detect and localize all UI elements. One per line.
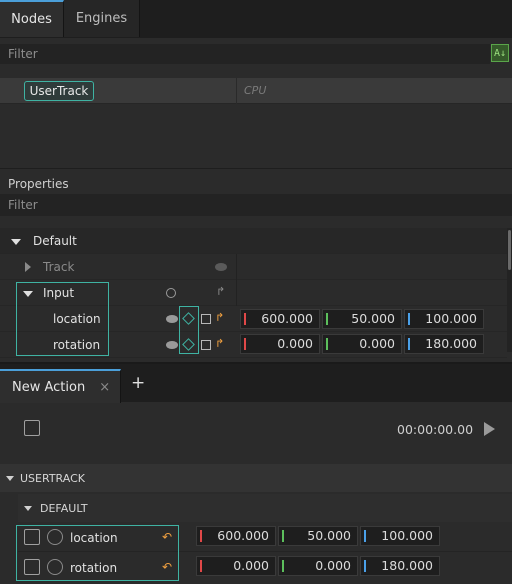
- y-axis-marker: [282, 560, 284, 572]
- tab-nodes[interactable]: Nodes: [0, 0, 64, 37]
- location-visibility-icon[interactable]: [166, 315, 178, 323]
- nodes-filter-input[interactable]: Filter: [0, 44, 490, 64]
- tab-nodes-label: Nodes: [11, 12, 52, 27]
- action-rotation-x-value: 0.000: [233, 558, 269, 573]
- input-group-highlight: [16, 282, 109, 356]
- input-link-icon[interactable]: [166, 288, 176, 298]
- track-header-label: USERTRACK: [20, 472, 85, 485]
- z-axis-marker: [408, 313, 410, 325]
- group-default-label: Default: [33, 234, 77, 248]
- column-divider: [236, 78, 237, 104]
- action-label-rotation: rotation: [70, 561, 118, 575]
- action-rotation-y-value: 0.000: [315, 558, 351, 573]
- location-x-field[interactable]: 600.000: [240, 309, 320, 329]
- rotation-record-icon[interactable]: [47, 559, 63, 575]
- x-axis-marker: [200, 560, 202, 572]
- action-location-x-value: 600.000: [217, 528, 269, 543]
- chevron-down-icon[interactable]: [24, 506, 32, 511]
- y-axis-marker: [326, 313, 328, 325]
- column-divider: [236, 280, 237, 306]
- location-reset-icon[interactable]: ↶: [162, 530, 172, 544]
- add-tab-icon[interactable]: +: [131, 373, 145, 393]
- expand-default-icon[interactable]: [11, 239, 21, 245]
- x-axis-marker: [200, 530, 202, 542]
- action-label-location: location: [70, 531, 118, 545]
- action-location-y-value: 50.000: [307, 528, 351, 543]
- divider: [0, 168, 512, 169]
- tab-new-action-label: New Action: [12, 379, 86, 395]
- rotation-keyframe-arrow-icon[interactable]: ↱: [215, 337, 224, 350]
- y-axis-marker: [326, 338, 328, 350]
- x-axis-marker: [244, 338, 246, 350]
- location-x-value: 600.000: [261, 311, 313, 326]
- action-location-z-value: 100.000: [381, 528, 433, 543]
- node-cpu-label: CPU: [244, 84, 267, 97]
- node-name-usertrack[interactable]: UserTrack: [24, 81, 94, 101]
- location-z-value: 100.000: [425, 311, 477, 326]
- play-icon[interactable]: [484, 422, 495, 436]
- rotation-x-field[interactable]: 0.000: [240, 334, 320, 354]
- action-rotation-z-value: 180.000: [381, 558, 433, 573]
- close-icon[interactable]: ×: [99, 380, 110, 395]
- rotation-y-field[interactable]: 0.000: [322, 334, 402, 354]
- rotation-reset-icon[interactable]: ↶: [162, 560, 172, 574]
- properties-scrollbar-thumb[interactable]: [508, 230, 511, 270]
- action-rotation-x-field[interactable]: 0.000: [196, 556, 276, 576]
- location-track-icon: [24, 529, 40, 545]
- location-y-value: 50.000: [351, 311, 395, 326]
- tab-new-action[interactable]: New Action ×: [0, 369, 121, 403]
- track-label: Track: [43, 260, 75, 274]
- action-location-z-field[interactable]: 100.000: [360, 526, 440, 546]
- rotation-visibility-icon[interactable]: [166, 341, 178, 349]
- default-header-row[interactable]: [18, 494, 512, 522]
- track-row[interactable]: [0, 254, 507, 280]
- action-rotation-z-field[interactable]: 180.000: [360, 556, 440, 576]
- rotation-z-field[interactable]: 180.000: [404, 334, 484, 354]
- sort-az-icon[interactable]: A↓: [491, 44, 509, 62]
- action-rotation-y-field[interactable]: 0.000: [278, 556, 358, 576]
- expand-track-icon[interactable]: [25, 262, 31, 272]
- nodes-filter-placeholder: Filter: [8, 47, 38, 61]
- y-axis-marker: [282, 530, 284, 542]
- properties-title: Properties: [8, 177, 69, 191]
- rotation-checkbox[interactable]: [201, 340, 211, 350]
- location-z-field[interactable]: 100.000: [404, 309, 484, 329]
- rotation-track-icon: [24, 559, 40, 575]
- rotation-x-value: 0.000: [277, 336, 313, 351]
- x-axis-marker: [244, 313, 246, 325]
- z-axis-marker: [408, 338, 410, 350]
- properties-filter-placeholder: Filter: [8, 198, 38, 212]
- location-checkbox[interactable]: [201, 314, 211, 324]
- location-keyframe-arrow-icon[interactable]: ↱: [215, 311, 224, 324]
- properties-filter-input[interactable]: Filter: [0, 194, 512, 216]
- tab-engines-label: Engines: [75, 11, 128, 26]
- z-axis-marker: [364, 560, 366, 572]
- column-divider: [236, 254, 237, 280]
- rotation-z-value: 180.000: [425, 336, 477, 351]
- tab-engines[interactable]: Engines: [64, 0, 140, 37]
- action-location-y-field[interactable]: 50.000: [278, 526, 358, 546]
- action-location-x-field[interactable]: 600.000: [196, 526, 276, 546]
- location-record-icon[interactable]: [47, 529, 63, 545]
- rotation-y-value: 0.000: [359, 336, 395, 351]
- location-y-field[interactable]: 50.000: [322, 309, 402, 329]
- track-visibility-icon[interactable]: [215, 263, 227, 271]
- chevron-down-icon[interactable]: [6, 476, 14, 481]
- input-redirect-icon[interactable]: ↱: [216, 285, 225, 298]
- node-name-label: UserTrack: [29, 84, 89, 98]
- time-display: 00:00:00.00: [397, 422, 474, 437]
- default-header-label: DEFAULT: [40, 502, 88, 515]
- sequence-icon[interactable]: [24, 420, 40, 436]
- z-axis-marker: [364, 530, 366, 542]
